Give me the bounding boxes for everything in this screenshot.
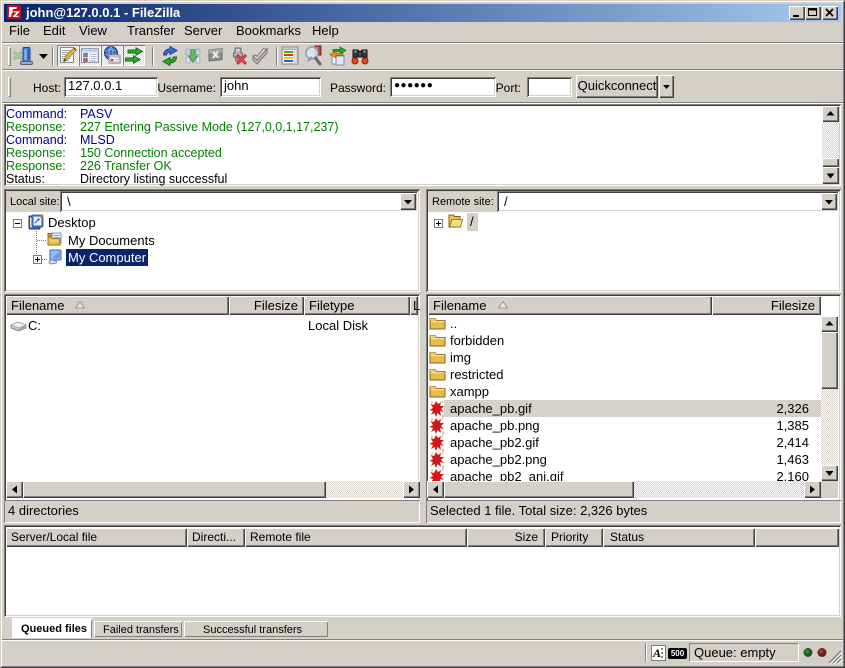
svg-text:A: A (652, 646, 661, 660)
